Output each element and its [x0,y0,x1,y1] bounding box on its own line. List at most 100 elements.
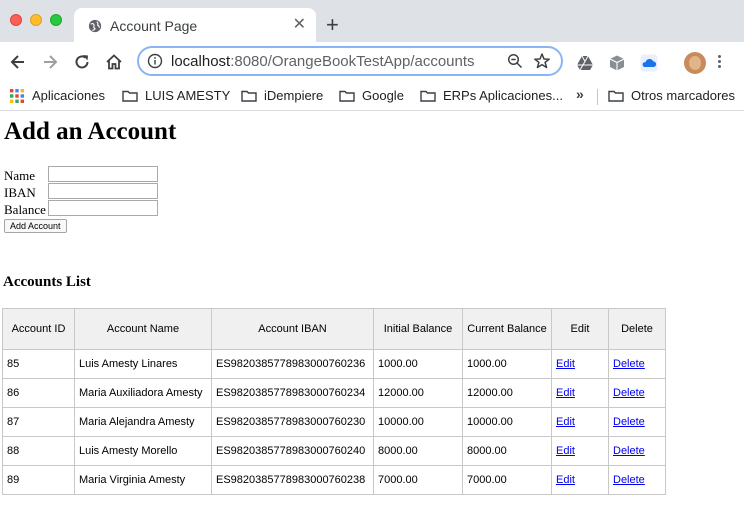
close-tab-icon[interactable]: ✕ [293,15,306,35]
delete-cell: Delete [609,466,666,495]
column-header-account-iban: Account IBAN [212,309,374,350]
edit-cell: Edit [552,437,609,466]
initial-balance-cell: 1000.00 [374,350,463,379]
account-iban-cell: ES9820385778983000760230 [212,408,374,437]
folder-icon [420,90,436,102]
edit-link[interactable]: Edit [556,387,575,399]
bookmark-folder-google[interactable]: Google [339,87,404,105]
account-name-cell: Luis Amesty Morello [75,437,212,466]
current-balance-cell: 12000.00 [463,379,552,408]
delete-cell: Delete [609,379,666,408]
initial-balance-cell: 12000.00 [374,379,463,408]
delete-cell: Delete [609,437,666,466]
bookmark-folder-erps[interactable]: ERPs Aplicaciones... [420,87,563,105]
delete-link[interactable]: Delete [613,445,645,457]
tab-title: Account Page [110,18,198,34]
edit-link[interactable]: Edit [556,445,575,457]
add-account-button[interactable]: Add Account [4,219,67,233]
edit-link[interactable]: Edit [556,416,575,428]
edit-link[interactable]: Edit [556,474,575,486]
initial-balance-cell: 7000.00 [374,466,463,495]
cloud-extension-icon[interactable] [640,54,658,72]
delete-cell: Delete [609,350,666,379]
account-id-cell: 89 [3,466,75,495]
bookmark-folder-otros[interactable]: Otros marcadores [608,87,735,105]
home-icon[interactable] [104,52,124,72]
balance-label: Balance [4,202,46,217]
bookmark-label: Google [362,88,404,103]
column-header-account-id: Account ID [3,309,75,350]
bookmark-label: Otros marcadores [631,88,736,103]
profile-avatar[interactable] [684,52,706,74]
table-row: 85 Luis Amesty Linares ES982038577898300… [3,350,666,379]
cube-extension-icon[interactable] [608,54,626,72]
tab-strip: Account Page ✕ + [0,0,744,42]
bookmark-folder-luis-amesty[interactable]: LUIS AMESTY [122,87,230,105]
table-header-row: Account ID Account Name Account IBAN Ini… [3,309,666,350]
balance-input[interactable] [48,200,158,216]
bookmark-star-icon[interactable] [533,52,551,70]
bookmark-folder-idempiere[interactable]: iDempiere [241,87,323,105]
delete-link[interactable]: Delete [613,358,645,370]
accounts-list-title: Accounts List [3,274,91,290]
bookmarks-overflow-button[interactable]: » [576,86,584,102]
folder-icon [122,90,138,102]
edit-cell: Edit [552,350,609,379]
name-input[interactable] [48,166,158,182]
url-text[interactable]: localhost:8080/OrangeBookTestApp/account… [171,53,475,70]
address-bar[interactable]: localhost:8080/OrangeBookTestApp/account… [137,46,563,76]
maximize-window-button[interactable] [50,14,62,26]
current-balance-cell: 8000.00 [463,437,552,466]
edit-cell: Edit [552,408,609,437]
edit-cell: Edit [552,379,609,408]
current-balance-cell: 1000.00 [463,350,552,379]
bookmark-label: ERPs Aplicaciones... [443,88,563,103]
delete-link[interactable]: Delete [613,474,645,486]
url-host: localhost [171,53,231,70]
account-name-cell: Luis Amesty Linares [75,350,212,379]
bookmark-apps[interactable]: Aplicaciones [10,87,105,105]
folder-icon [608,90,624,102]
reload-icon[interactable] [72,52,92,72]
account-name-cell: Maria Alejandra Amesty [75,408,212,437]
minimize-window-button[interactable] [30,14,42,26]
browser-menu-icon[interactable] [718,55,722,71]
tab-account-page[interactable]: Account Page ✕ [74,8,316,42]
account-id-cell: 85 [3,350,75,379]
bookmark-label: iDempiere [264,88,324,103]
account-name-cell: Maria Virginia Amesty [75,466,212,495]
forward-arrow-icon[interactable] [40,52,60,72]
close-window-button[interactable] [10,14,22,26]
initial-balance-cell: 10000.00 [374,408,463,437]
delete-link[interactable]: Delete [613,416,645,428]
iban-input[interactable] [48,183,158,199]
folder-icon [339,90,355,102]
zoom-out-icon[interactable] [507,53,523,69]
table-row: 87 Maria Alejandra Amesty ES982038577898… [3,408,666,437]
account-iban-cell: ES9820385778983000760238 [212,466,374,495]
column-header-edit: Edit [552,309,609,350]
current-balance-cell: 7000.00 [463,466,552,495]
column-header-delete: Delete [609,309,666,350]
edit-link[interactable]: Edit [556,358,575,370]
new-tab-button[interactable]: + [326,14,339,36]
table-row: 88 Luis Amesty Morello ES982038577898300… [3,437,666,466]
delete-link[interactable]: Delete [613,387,645,399]
site-info-icon[interactable] [147,53,163,69]
initial-balance-cell: 8000.00 [374,437,463,466]
globe-icon [88,19,102,33]
google-drive-icon[interactable] [576,54,594,72]
name-label: Name [4,168,36,183]
bookmark-label: LUIS AMESTY [145,88,231,103]
account-name-cell: Maria Auxiliadora Amesty [75,379,212,408]
account-iban-cell: ES9820385778983000760240 [212,437,374,466]
current-balance-cell: 10000.00 [463,408,552,437]
bookmarks-divider [597,89,598,105]
page-content: Add an Account Name IBAN Balance Add Acc… [0,111,744,528]
avatar-face [689,56,701,70]
accounts-table: Account ID Account Name Account IBAN Ini… [2,308,666,495]
bookmarks-bar: Aplicaciones LUIS AMESTY iDempiere Googl… [0,82,744,111]
back-arrow-icon[interactable] [8,52,28,72]
apps-grid-icon [10,88,24,103]
column-header-initial-balance: Initial Balance [374,309,463,350]
